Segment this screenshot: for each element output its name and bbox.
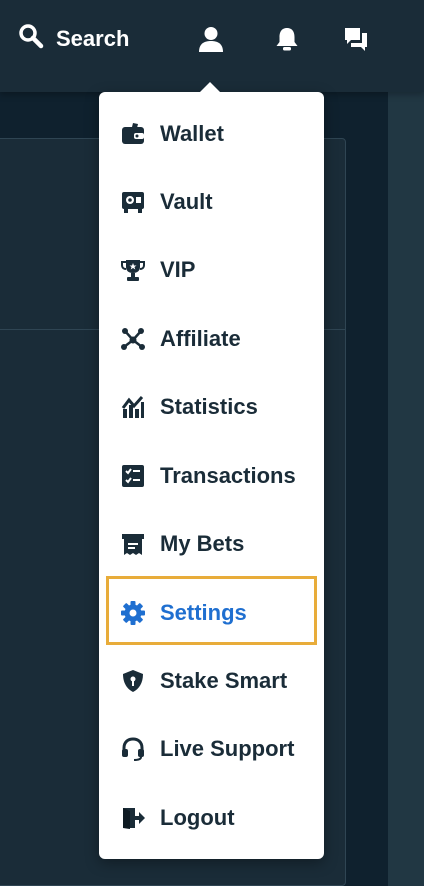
menu-item-label: My Bets [160, 531, 245, 556]
menu-item-transactions[interactable]: Transactions [99, 449, 324, 503]
bets-icon [120, 531, 146, 557]
vault-icon [120, 189, 146, 215]
menu-item-label: Statistics [160, 394, 258, 419]
headset-icon [120, 736, 146, 762]
menu-item-stake-smart[interactable]: Stake Smart [99, 654, 324, 708]
menu-item-label: Affiliate [160, 326, 241, 351]
gear-icon [120, 600, 146, 626]
menu-item-label: VIP [160, 257, 196, 282]
user-dropdown-menu: Wallet Vault VIP Affiliate Statistics Tr… [99, 92, 324, 859]
menu-item-label: Vault [160, 189, 213, 214]
search-icon [18, 23, 44, 55]
shield-icon [120, 668, 146, 694]
menu-item-label: Transactions [160, 463, 296, 488]
menu-item-label: Wallet [160, 121, 224, 146]
menu-item-logout[interactable]: Logout [99, 791, 324, 845]
menu-item-label: Logout [160, 805, 235, 830]
menu-item-vault[interactable]: Vault [99, 175, 324, 229]
transactions-icon [120, 463, 146, 489]
menu-item-affiliate[interactable]: Affiliate [99, 312, 324, 366]
menu-item-label: Live Support [160, 736, 295, 761]
search-label: Search [56, 26, 130, 51]
top-navigation-bar: Search [0, 0, 424, 92]
logout-icon [120, 805, 146, 831]
wallet-icon [120, 121, 146, 147]
menu-item-statistics[interactable]: Statistics [99, 380, 324, 434]
menu-item-settings[interactable]: Settings [99, 586, 324, 640]
statistics-icon [120, 394, 146, 420]
menu-item-wallet[interactable]: Wallet [99, 107, 324, 161]
search-button[interactable]: Search [18, 16, 129, 62]
affiliate-icon [120, 326, 146, 352]
trophy-icon [120, 257, 146, 283]
menu-caret [199, 82, 221, 93]
menu-item-vip[interactable]: VIP [99, 243, 324, 297]
bell-icon[interactable] [270, 22, 304, 56]
menu-item-my-bets[interactable]: My Bets [99, 517, 324, 571]
menu-item-label: Stake Smart [160, 668, 288, 693]
menu-item-label: Settings [160, 600, 247, 625]
user-icon[interactable] [194, 22, 228, 56]
right-panel [388, 92, 424, 886]
menu-item-live-support[interactable]: Live Support [99, 722, 324, 776]
chat-icon[interactable] [339, 22, 373, 56]
